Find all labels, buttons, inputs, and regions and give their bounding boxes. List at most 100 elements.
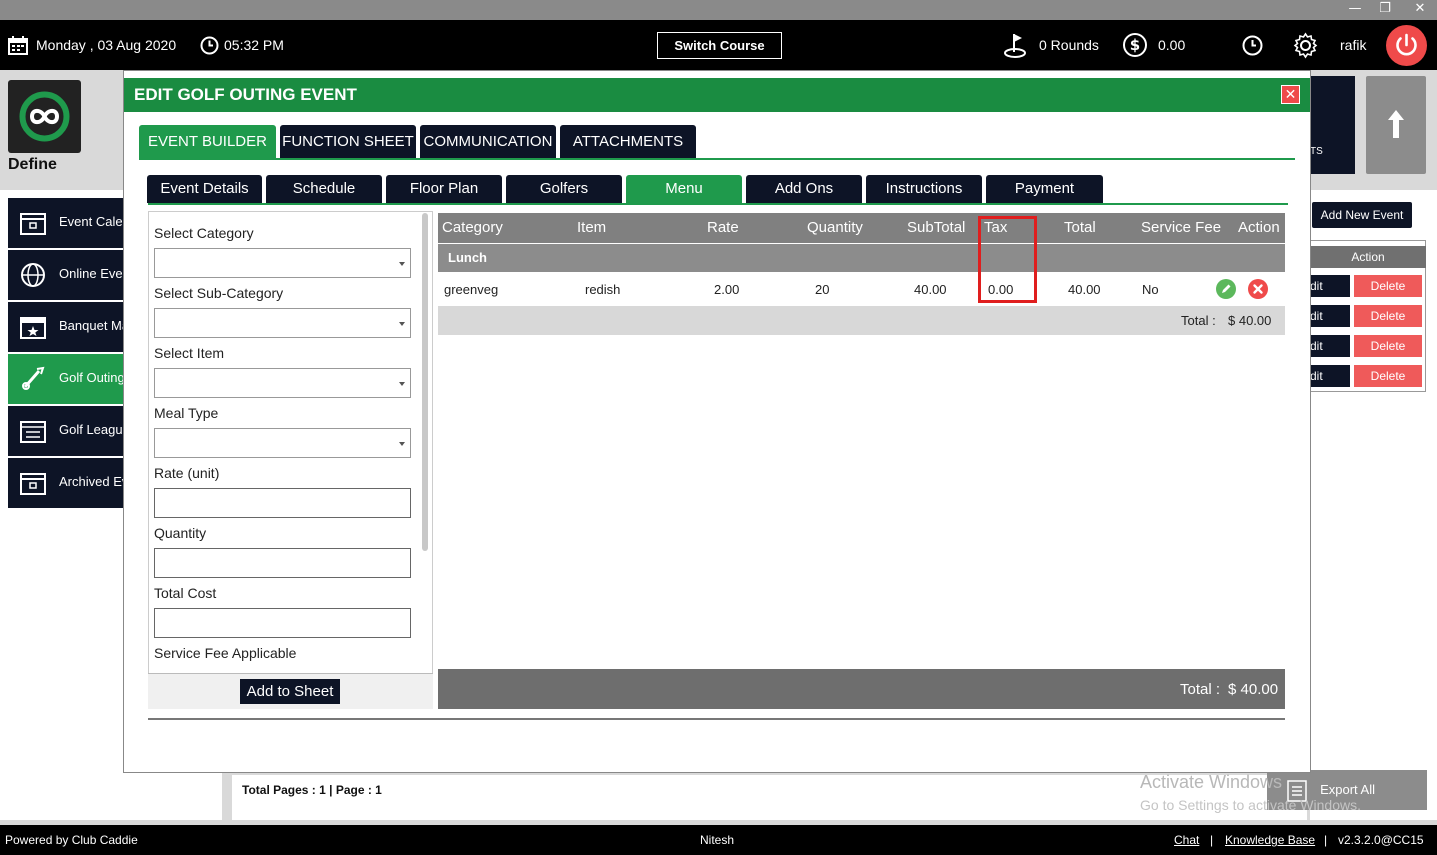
add-to-sheet-button[interactable]: Add to Sheet [240, 679, 340, 704]
col-item: Item [577, 219, 607, 236]
delete-button[interactable]: Delete [1354, 305, 1422, 327]
window-titlebar [0, 0, 1437, 20]
footer-separator: | [1210, 833, 1214, 847]
calendar-icon [20, 213, 46, 235]
col-subtotal: SubTotal [907, 219, 966, 236]
export-all-label: Export All [1320, 782, 1375, 797]
tab-function-sheet[interactable]: FUNCTION SHEET [280, 125, 416, 158]
col-category: Category [442, 219, 503, 236]
club-caddie-logo-icon [19, 91, 70, 142]
grand-total-label: Total : [1180, 681, 1221, 698]
meal-type-select[interactable] [154, 428, 411, 458]
cell-subtotal: 40.00 [914, 282, 947, 297]
username: rafik [1340, 37, 1367, 53]
form-scrollbar[interactable] [422, 213, 428, 551]
close-window-icon[interactable]: ✕ [1405, 0, 1435, 20]
minimize-icon[interactable]: — [1340, 0, 1370, 20]
modal-title: EDIT GOLF OUTING EVENT [124, 78, 1310, 112]
rounds-count: 0 Rounds [1039, 37, 1099, 53]
item-select[interactable] [154, 368, 411, 398]
powered-by: Powered by Club Caddie [5, 833, 138, 847]
grand-total-bar: Total : $ 40.00 [438, 669, 1285, 709]
tab-attachments[interactable]: ATTACHMENTS [560, 125, 696, 158]
add-new-event-button[interactable]: Add New Event [1312, 202, 1412, 228]
golf-bag-icon [22, 366, 45, 390]
modal-divider [148, 718, 1285, 720]
col-total: Total [1064, 219, 1096, 236]
subcategory-select[interactable] [154, 308, 411, 338]
pencil-icon [1222, 284, 1231, 293]
footer-separator: | [1324, 833, 1328, 847]
group-total-value: $ 40.00 [1228, 313, 1272, 328]
tab-underline [139, 158, 1295, 160]
tab-event-builder[interactable]: EVENT BUILDER [139, 125, 276, 158]
switch-course-button[interactable]: Switch Course [657, 32, 782, 59]
power-button[interactable] [1386, 25, 1427, 66]
module-label: Define [8, 156, 57, 173]
sidebar-item-golf-league[interactable]: Golf League [8, 406, 124, 456]
current-time: 05:32 PM [224, 37, 284, 53]
activation-watermark-sub: Go to Settings to activate Windows. [1140, 797, 1361, 813]
partial-tile[interactable]: TS [1310, 76, 1355, 174]
quantity-input[interactable] [154, 548, 411, 578]
remove-item-icon[interactable] [1248, 279, 1268, 299]
archive-calendar-icon [20, 473, 46, 495]
sidebar-item-label: Golf League [59, 422, 124, 437]
sidebar-item-online-events[interactable]: Online Events [8, 250, 124, 300]
delete-button[interactable]: Delete [1354, 365, 1422, 387]
subtab-underline [148, 203, 1288, 205]
delete-button[interactable]: Delete [1354, 335, 1422, 357]
chat-link[interactable]: Chat [1174, 825, 1199, 855]
subcategory-label: Select Sub-Category [154, 285, 284, 301]
gear-icon[interactable] [1292, 32, 1319, 59]
golf-flag-icon [1004, 34, 1026, 58]
sidebar-item-archived-events[interactable]: Archived Events [8, 458, 124, 508]
history-clock-icon[interactable] [1242, 35, 1263, 56]
edit-button[interactable]: dit [1310, 275, 1350, 297]
edit-button[interactable]: dit [1310, 305, 1350, 327]
tax-highlight-box [978, 216, 1037, 303]
grand-total-value: $ 40.00 [1228, 681, 1279, 698]
col-service-fee: Service Fee [1141, 219, 1222, 236]
sidebar-item-label: Archived Events [59, 474, 124, 489]
app-logo [8, 80, 81, 153]
cell-item: redish [585, 282, 621, 297]
sidebar-item-event-calendar[interactable]: Event Calendar [8, 198, 124, 248]
subtab-payment[interactable]: Payment [986, 175, 1103, 203]
col-rate: Rate [707, 219, 739, 236]
item-label: Select Item [154, 345, 225, 361]
subtab-add-ons[interactable]: Add Ons [746, 175, 862, 203]
subtab-event-details[interactable]: Event Details [147, 175, 262, 203]
cell-total: 40.00 [1068, 282, 1101, 297]
modal-close-button[interactable]: ✕ [1281, 85, 1300, 104]
subtab-instructions[interactable]: Instructions [866, 175, 982, 203]
grid-header: Category Item Rate Quantity SubTotal Tax… [438, 213, 1285, 243]
edit-pencil-icon[interactable] [1216, 279, 1236, 299]
maximize-icon[interactable]: ❐ [1370, 0, 1400, 20]
subtab-schedule[interactable]: Schedule [266, 175, 382, 203]
group-total-label: Total : [1181, 313, 1216, 328]
scroll-up-button[interactable] [1366, 76, 1426, 174]
svg-text:$: $ [1130, 36, 1140, 54]
subtab-floor-plan[interactable]: Floor Plan [386, 175, 502, 203]
sidebar-item-banquet[interactable]: Banquet Management [8, 302, 124, 352]
edit-button[interactable]: dit [1310, 335, 1350, 357]
subtab-menu[interactable]: Menu [626, 175, 742, 203]
footer-user: Nitesh [700, 833, 735, 847]
cell-quantity: 20 [815, 282, 830, 297]
category-label: Select Category [154, 225, 254, 241]
action-column-header: Action [1310, 246, 1426, 268]
knowledge-base-link[interactable]: Knowledge Base [1225, 825, 1315, 855]
sidebar-item-golf-outing[interactable]: Golf Outing [8, 354, 124, 404]
calendar-star-icon [20, 317, 46, 339]
delete-button[interactable]: Delete [1354, 275, 1422, 297]
sidebar-item-label: Event Calendar [59, 214, 124, 229]
tab-communication[interactable]: COMMUNICATION [420, 125, 556, 158]
cell-rate: 2.00 [714, 282, 740, 297]
subtab-golfers[interactable]: Golfers [506, 175, 622, 203]
category-select[interactable] [154, 248, 411, 278]
rate-input[interactable] [154, 488, 411, 518]
cell-category: greenveg [444, 282, 499, 297]
total-cost-input[interactable] [154, 608, 411, 638]
edit-button[interactable]: dit [1310, 365, 1350, 387]
